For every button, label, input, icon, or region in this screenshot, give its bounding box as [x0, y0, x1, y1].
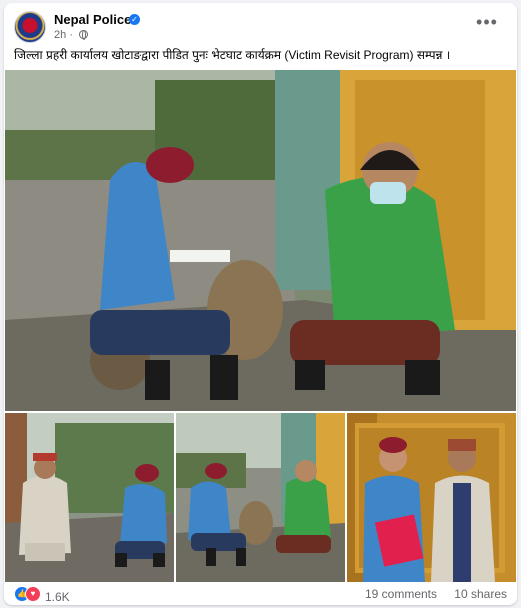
photo-main-illustration	[5, 70, 516, 411]
page-name-link[interactable]: Nepal Police	[54, 12, 131, 27]
post-photo-main[interactable]	[5, 70, 516, 411]
post-header: Nepal Police ✓ 2h · •••	[14, 11, 507, 45]
post-meta: 2h ·	[54, 29, 89, 41]
comments-count-link[interactable]: 19 comments	[365, 587, 437, 601]
post-photo-thumbnail-3[interactable]	[347, 413, 516, 582]
page-avatar[interactable]	[14, 11, 46, 43]
post-photo-thumbnail-2[interactable]	[176, 413, 345, 582]
shares-count-link[interactable]: 10 shares	[454, 587, 507, 601]
post-timestamp[interactable]: 2h	[54, 29, 66, 41]
photo-thumbnail-1-illustration	[5, 413, 174, 582]
post-photo-thumbnail-1[interactable]	[5, 413, 174, 582]
globe-icon	[79, 30, 89, 40]
post-card: Nepal Police ✓ 2h · ••• जिल्ला प्रहरी का…	[4, 3, 517, 605]
post-footer: 👍 ♥ 1.6K 19 comments 10 shares	[14, 583, 507, 604]
verified-badge-icon: ✓	[129, 14, 140, 25]
more-options-icon[interactable]: •••	[475, 13, 499, 33]
post-caption: जिल्ला प्रहरी कार्यालय खोटाङद्वारा पीडित…	[14, 48, 451, 62]
love-reaction-icon: ♥	[25, 586, 41, 602]
photo-thumbnail-2-illustration	[176, 413, 345, 582]
reaction-count[interactable]: 1.6K	[45, 590, 70, 604]
photo-thumbnail-3-illustration	[347, 413, 516, 582]
